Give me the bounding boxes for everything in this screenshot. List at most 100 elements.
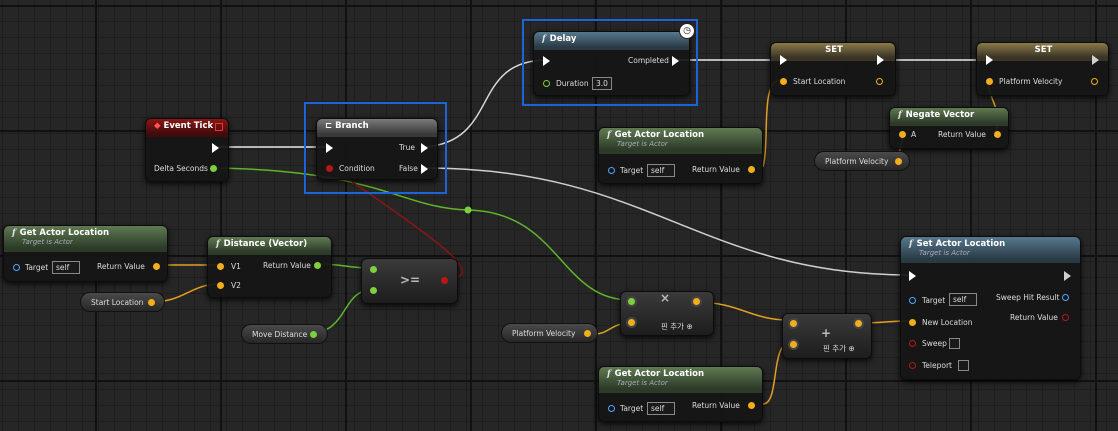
set-exec-out[interactable] (1092, 55, 1099, 65)
set-actor-location-exec-out[interactable] (1064, 271, 1071, 281)
multiply-result-pin[interactable] (693, 298, 700, 305)
event-tick-header[interactable]: ◆ Event Tick (146, 119, 228, 137)
new-location-pin[interactable] (909, 319, 916, 326)
v1-label: V1 (231, 262, 241, 271)
compare-a-pin[interactable] (370, 266, 377, 273)
self-input[interactable]: self (949, 293, 977, 306)
branch-false-pin[interactable] (421, 164, 428, 174)
set-actor-location-node[interactable]: f Set Actor Location Target is Actor Targe… (900, 236, 1081, 380)
add-a-pin[interactable] (790, 320, 797, 327)
event-tick-node[interactable]: ◆ Event Tick Delta Seconds (145, 118, 229, 182)
sweep-hit-result-pin[interactable] (1062, 294, 1069, 301)
get-actor-location-node[interactable]: f Get Actor Location Target is Actor Targe… (3, 225, 168, 282)
platform-velocity-label: Platform Velocity (999, 77, 1063, 86)
platform-velocity-getter[interactable]: Platform Velocity (814, 151, 910, 171)
add-pin-button[interactable]: 핀 추가 ⊕ (661, 321, 693, 332)
add-b-pin[interactable] (790, 341, 797, 348)
teleport-pin[interactable] (909, 362, 916, 369)
return-value-pin[interactable] (314, 262, 321, 269)
move-distance-getter[interactable]: Move Distance (241, 324, 328, 344)
start-location-pin[interactable] (148, 299, 155, 306)
branch-exec-in[interactable] (326, 143, 333, 153)
compare-b-pin[interactable] (370, 287, 377, 294)
completed-label: Completed (628, 56, 669, 65)
teleport-checkbox[interactable] (958, 360, 969, 371)
multiply-a-pin[interactable] (628, 298, 635, 305)
event-delegate-pin[interactable] (215, 123, 223, 131)
distance-vector-node[interactable]: f Distance (Vector) V1 Return Value V2 (207, 236, 332, 298)
set-exec-out[interactable] (877, 55, 884, 65)
set-start-location-node[interactable]: SET Start Location (770, 42, 896, 96)
function-icon: f (909, 239, 913, 249)
set-platform-velocity-header[interactable]: SET (977, 43, 1108, 61)
v1-pin[interactable] (217, 263, 224, 270)
event-tick-exec-out[interactable] (212, 143, 219, 153)
negate-vector-node[interactable]: f Negate Vector A Return Value (889, 107, 1009, 149)
delay-exec-in[interactable] (543, 56, 550, 66)
delay-header[interactable]: f Delay (534, 32, 689, 50)
self-input[interactable]: self (647, 402, 675, 415)
start-location-getter[interactable]: Start Location (80, 292, 165, 312)
self-input[interactable]: self (52, 261, 80, 274)
false-label: False (399, 164, 418, 173)
start-location-in-pin[interactable] (780, 78, 787, 85)
branch-true-pin[interactable] (421, 143, 428, 153)
platform-velocity-getter[interactable]: Platform Velocity (501, 323, 598, 343)
return-value-label: Return Value (692, 165, 740, 174)
multiply-b-pin[interactable] (628, 319, 635, 326)
platform-velocity-in-pin[interactable] (986, 78, 993, 85)
delay-node[interactable]: f Delay Completed Duration 3.0 (533, 31, 690, 96)
branch-node[interactable]: ⊏ Branch True Condition False (316, 118, 438, 180)
negate-a-pin[interactable] (899, 131, 906, 138)
branch-header[interactable]: ⊏ Branch (317, 119, 437, 137)
v2-pin[interactable] (217, 282, 224, 289)
add-pin-button[interactable]: 핀 추가 ⊕ (823, 343, 855, 354)
target-pin[interactable] (909, 297, 916, 304)
sweep-label: Sweep (922, 339, 947, 348)
get-actor-location-node[interactable]: f Get Actor Location Target is Actor Targe… (598, 127, 763, 184)
return-value-pin[interactable] (748, 402, 755, 409)
target-pin[interactable] (608, 405, 615, 412)
set-actor-location-header[interactable]: f Set Actor Location Target is Actor (901, 237, 1080, 263)
return-value-pin[interactable] (1062, 314, 1069, 321)
get-actor-location-header[interactable]: f Get Actor Location Target is Actor (599, 128, 762, 154)
get-actor-location-node[interactable]: f Get Actor Location Target is Actor Targe… (598, 366, 763, 422)
sweep-checkbox[interactable] (949, 338, 960, 349)
move-distance-pin[interactable] (310, 331, 317, 338)
set-platform-velocity-node[interactable]: SET Platform Velocity (976, 42, 1109, 96)
blueprint-graph[interactable]: ◆ Event Tick Delta Seconds ⊏ Branch True C… (0, 0, 1118, 431)
target-pin[interactable] (13, 264, 20, 271)
delta-seconds-pin[interactable] (210, 165, 217, 172)
self-input[interactable]: self (647, 164, 675, 177)
sweep-pin[interactable] (909, 340, 916, 347)
get-actor-location-header[interactable]: f Get Actor Location Target is Actor (599, 367, 762, 393)
set-exec-in[interactable] (780, 55, 787, 65)
move-distance-label: Move Distance (252, 330, 308, 339)
condition-pin[interactable] (326, 165, 333, 172)
greater-equal-node[interactable]: >= (361, 258, 458, 304)
duration-input[interactable]: 3.0 (592, 77, 612, 90)
platform-velocity-pin[interactable] (895, 158, 902, 165)
set-actor-location-exec-in[interactable] (909, 271, 916, 281)
gal-title: Get Actor Location (614, 369, 705, 379)
platform-velocity-out-pin[interactable] (1091, 78, 1098, 85)
compare-operator: >= (400, 273, 421, 287)
multiply-node[interactable]: × 핀 추가 ⊕ (620, 291, 714, 336)
negate-return-pin[interactable] (994, 131, 1001, 138)
platform-velocity-pin[interactable] (584, 330, 591, 337)
completed-pin[interactable] (672, 56, 679, 66)
delay-title: Delay (549, 34, 577, 44)
target-pin[interactable] (608, 167, 615, 174)
start-location-out-pin[interactable] (876, 78, 883, 85)
get-actor-location-header[interactable]: f Get Actor Location Target is Actor (4, 226, 167, 252)
distance-header[interactable]: f Distance (Vector) (208, 237, 331, 255)
add-result-pin[interactable] (855, 320, 862, 327)
return-value-pin[interactable] (748, 166, 755, 173)
start-location-label: Start Location (793, 77, 846, 86)
return-value-pin[interactable] (153, 263, 160, 270)
negate-vector-header[interactable]: f Negate Vector (890, 108, 1008, 126)
duration-pin[interactable] (543, 80, 550, 87)
compare-result-pin[interactable] (441, 277, 448, 284)
set-exec-in[interactable] (986, 55, 993, 65)
add-node[interactable]: + 핀 추가 ⊕ (782, 313, 872, 359)
